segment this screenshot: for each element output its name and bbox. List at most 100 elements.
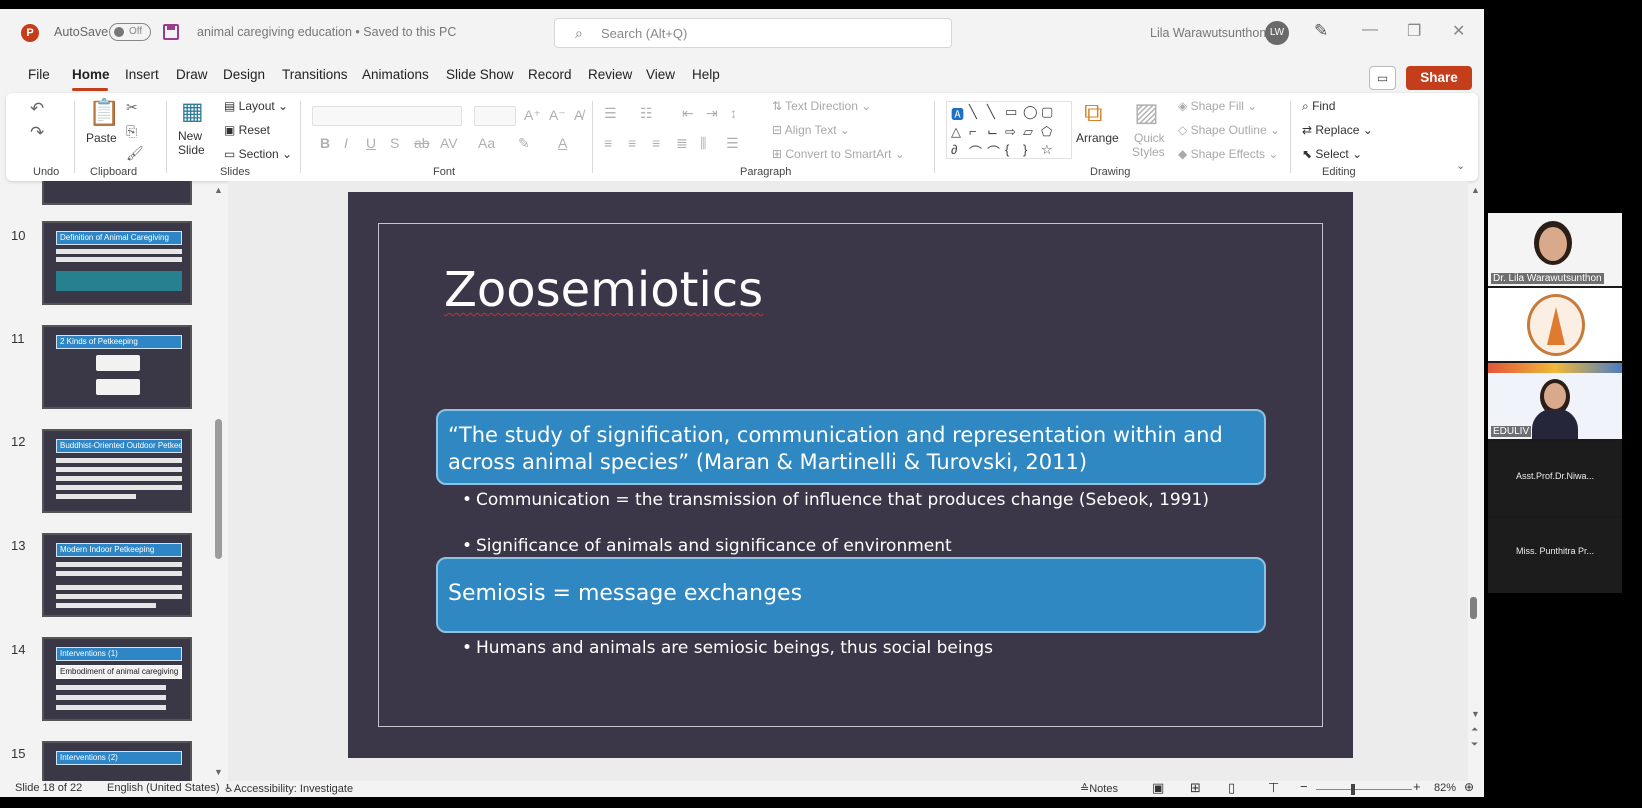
italic-icon[interactable]: I (344, 135, 348, 151)
video-tile[interactable]: Miss. Punthitra Pr... (1488, 518, 1622, 593)
slide-show-icon[interactable]: ⊤ (1268, 780, 1279, 796)
bold-icon[interactable]: B (320, 135, 330, 151)
cut-icon[interactable]: ✂ (126, 99, 138, 116)
brace-right-shape-icon[interactable]: } (1023, 142, 1027, 157)
rounded-rect-shape-icon[interactable]: ▢ (1041, 104, 1053, 120)
tab-home[interactable]: Home (72, 67, 110, 82)
star-shape-icon[interactable]: ☆ (1041, 142, 1053, 158)
thumbnails-scrollbar[interactable] (215, 419, 222, 559)
slide-sorter-icon[interactable]: ⊞ (1190, 780, 1201, 796)
replace-button[interactable]: ⇄ Replace ⌄ (1302, 123, 1373, 137)
paste-button[interactable]: Paste (86, 131, 117, 145)
curve-shape-icon[interactable]: ⌒ (969, 142, 982, 161)
bullets-icon[interactable]: ☰ (604, 105, 617, 122)
avatar[interactable]: LW (1265, 21, 1289, 45)
triangle-shape-icon[interactable]: △ (951, 124, 961, 140)
line-shape-icon[interactable]: ╲ (969, 104, 977, 120)
scroll-down-icon[interactable]: ▼ (214, 767, 223, 777)
undo-icon[interactable]: ↶ (30, 99, 44, 119)
normal-view-icon[interactable]: ▣ (1152, 780, 1164, 796)
autosave-toggle[interactable]: Off (109, 23, 151, 41)
tab-draw[interactable]: Draw (176, 67, 208, 82)
shadow-icon[interactable]: S (390, 135, 399, 151)
search-input[interactable]: ⌕ Search (Alt+Q) (554, 18, 952, 48)
char-spacing-icon[interactable]: AV (440, 135, 458, 151)
slide-scrollbar[interactable] (1470, 597, 1477, 619)
scribble-shape-icon[interactable]: ∂ (951, 142, 957, 157)
decrease-font-icon[interactable]: A⁻ (549, 107, 566, 124)
strikethrough-icon[interactable]: ab (414, 135, 430, 151)
video-tile[interactable] (1488, 288, 1622, 361)
new-slide-label-2[interactable]: Slide (178, 143, 205, 157)
tab-view[interactable]: View (646, 67, 675, 82)
zoom-slider-track[interactable] (1316, 789, 1412, 790)
quick-styles-label[interactable]: Quick (1134, 131, 1165, 145)
tab-insert[interactable]: Insert (125, 67, 159, 82)
shape-fill-button[interactable]: ◈ Shape Fill ⌄ (1178, 99, 1257, 113)
quick-styles-icon[interactable]: ▨ (1134, 97, 1159, 128)
shape-effects-button[interactable]: ◆ Shape Effects ⌄ (1178, 147, 1278, 161)
slide-thumbnail[interactable]: 2 Kinds of Petkeeping (42, 325, 192, 409)
brace-left-shape-icon[interactable]: { (1005, 142, 1009, 157)
select-button[interactable]: ⬉ Select ⌄ (1302, 147, 1362, 161)
distributed-icon[interactable]: ☰ (726, 135, 739, 152)
zoom-slider-knob[interactable] (1351, 784, 1355, 795)
tab-animations[interactable]: Animations (362, 67, 429, 82)
tab-slide-show[interactable]: Slide Show (446, 67, 514, 82)
oval-shape-icon[interactable]: ◯ (1023, 104, 1038, 120)
section-button[interactable]: ▭ Section ⌄ (224, 147, 292, 161)
change-case-icon[interactable]: Aa (478, 135, 495, 151)
tab-file[interactable]: File (28, 67, 50, 82)
text-direction-button[interactable]: ⇅ Text Direction ⌄ (772, 99, 871, 113)
columns-icon[interactable]: ⫼ (700, 135, 706, 152)
elbow-shape-icon[interactable]: ⌙ (987, 124, 998, 140)
close-icon[interactable]: ✕ (1452, 21, 1465, 41)
pen-icon[interactable]: ✎ (1314, 21, 1328, 41)
paste-icon[interactable]: 📋 (88, 97, 120, 128)
previous-slide-icon[interactable]: ⏶ (1471, 724, 1478, 735)
tab-review[interactable]: Review (588, 67, 632, 82)
scroll-up-icon[interactable]: ▲ (214, 185, 223, 195)
slide-thumbnail[interactable]: Buddhist-Oriented Outdoor Petkeeping (42, 429, 192, 513)
line-shape-icon-2[interactable]: ╲ (987, 104, 995, 120)
slide-thumbnail[interactable]: Interventions (2) (42, 741, 192, 781)
new-slide-label[interactable]: New (178, 129, 202, 143)
slide-thumbnail[interactable]: Interventions (1) Embodiment of animal c… (42, 637, 192, 721)
video-tile[interactable]: Asst.Prof.Dr.Niwa... (1488, 441, 1622, 516)
flowchart-shape-icon[interactable]: ⬠ (1041, 124, 1052, 140)
reset-button[interactable]: ▣ Reset (224, 123, 270, 137)
slide-thumbnail[interactable]: Modern Indoor Petkeeping (42, 533, 192, 617)
fit-to-window-icon[interactable]: ⊕ (1464, 780, 1474, 794)
decrease-indent-icon[interactable]: ⇤ (682, 105, 694, 122)
increase-indent-icon[interactable]: ⇥ (706, 105, 718, 122)
rectangle-shape-icon[interactable]: ▭ (1005, 104, 1017, 120)
line-spacing-icon[interactable]: ↕ (730, 105, 737, 121)
zoom-out-icon[interactable]: − (1300, 779, 1308, 794)
justify-icon[interactable]: ≣ (676, 135, 688, 152)
increase-font-icon[interactable]: A⁺ (524, 107, 541, 124)
numbering-icon[interactable]: ☷ (640, 105, 653, 122)
shapes-gallery[interactable]: 🅰 ╲ ╲ ▭ ◯ ▢ △ ⌐ ⌙ ⇨ ▱ ⬠ ∂ ⌒ ⌒ { } ☆ (946, 101, 1072, 161)
notes-button[interactable]: ≙ Notes (1080, 782, 1118, 795)
semiosis-callout[interactable]: Semiosis = message exchanges (436, 557, 1266, 633)
clear-format-icon[interactable]: A̸ (574, 107, 583, 123)
arrange-button[interactable]: Arrange (1076, 131, 1119, 145)
align-center-icon[interactable]: ≡ (628, 135, 636, 151)
accessibility-button[interactable]: ♿ Accessibility: Investigate (224, 782, 353, 795)
video-tile[interactable]: Dr. Lila Warawutsunthon (1488, 213, 1622, 286)
arc-shape-icon[interactable]: ⌒ (987, 142, 1000, 161)
bullet-significance[interactable]: • Significance of animals and significanc… (462, 536, 1252, 557)
format-painter-icon[interactable]: 🖌 (126, 145, 144, 162)
align-right-icon[interactable]: ≡ (652, 135, 660, 151)
font-color-icon[interactable]: A (558, 135, 567, 151)
new-slide-icon[interactable]: ▦ (181, 97, 204, 126)
minimize-icon[interactable]: — (1362, 21, 1378, 39)
shape-outline-button[interactable]: ◇ Shape Outline ⌄ (1178, 123, 1280, 137)
bullet-communication[interactable]: • Communication = the transmission of inf… (462, 490, 1252, 511)
convert-smartart-button[interactable]: ⊞ Convert to SmartArt ⌄ (772, 147, 905, 161)
tab-transitions[interactable]: Transitions (282, 67, 348, 82)
highlight-icon[interactable]: ✎ (518, 135, 530, 152)
arrange-icon[interactable]: ⧉ (1084, 97, 1103, 129)
tab-record[interactable]: Record (528, 67, 572, 82)
layout-button[interactable]: ▤ Layout ⌄ (224, 99, 288, 113)
